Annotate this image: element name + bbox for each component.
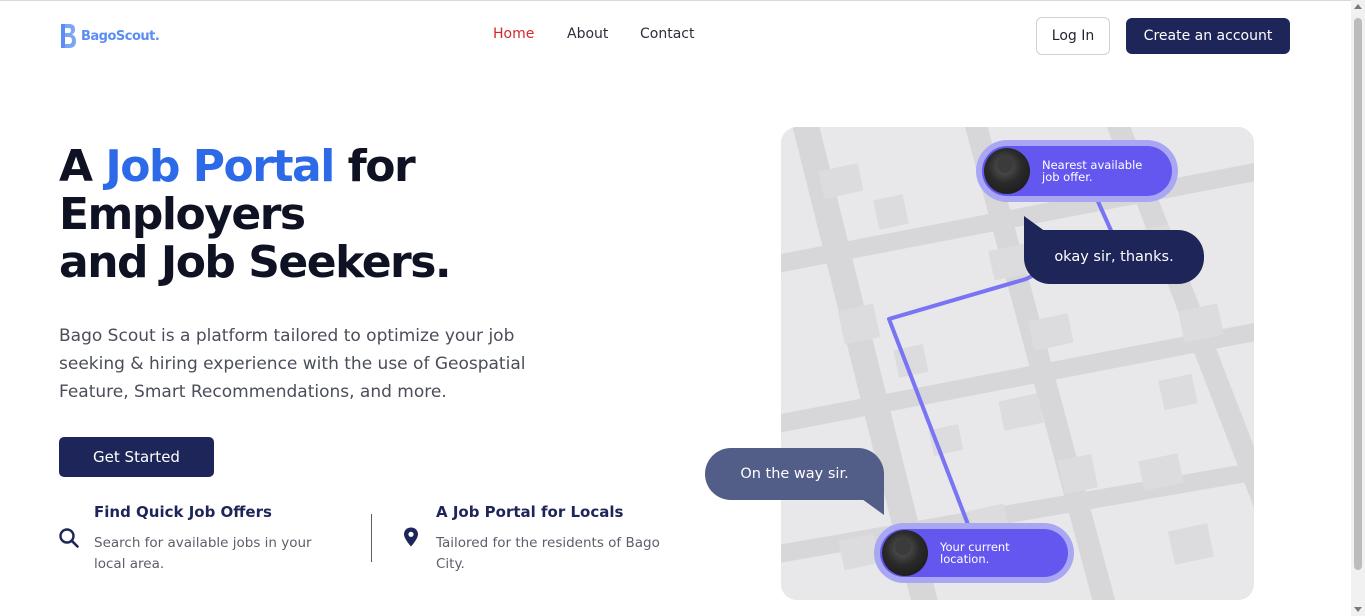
top-border [0,0,1365,1]
get-started-button[interactable]: Get Started [59,437,214,477]
seeker-avatar [882,530,928,576]
origin-pin[interactable]: Your current location. [880,529,1068,577]
create-account-button[interactable]: Create an account [1126,18,1290,54]
scroll-up-arrow-icon[interactable] [1354,4,1362,9]
chat-message-bubble: On the way sir. [705,448,884,500]
destination-label: Nearest available job offer. [1042,158,1143,184]
destination-pin[interactable]: Nearest available job offer. [982,146,1172,196]
feature-text: Search for available jobs in your local … [94,535,312,572]
login-button[interactable]: Log In [1036,17,1110,55]
chat-reply-bubble: okay sir, thanks. [1024,230,1204,284]
feature-title: Find Quick Job Offers [94,503,272,521]
hero-title-prefix: A [59,141,106,192]
hero-title-line2: Employers [59,189,306,240]
feature-title: A Job Portal for Locals [436,503,624,521]
feature-text: Tailored for the residents of Bago City. [436,535,660,572]
chat-message-text: On the way sir. [740,466,849,482]
hero-description: Bago Scout is a platform tailored to opt… [59,326,526,402]
page-scrollbar[interactable] [1351,0,1365,616]
hero-title: A Job Portal for Employers and Job Seeke… [59,143,659,287]
chat-reply-tail [1024,216,1046,232]
nav-home[interactable]: Home [493,26,534,42]
feature-divider [371,514,372,562]
map-illustration: Nearest available job offer. Your curren… [781,127,1254,600]
hero-title-suffix: for [333,141,416,192]
hero-title-accent: Job Portal [105,141,335,192]
map-pin-icon [404,527,418,547]
hero-title-line3: and Job Seekers. [59,237,452,288]
search-icon [59,528,79,548]
origin-label: Your current location. [940,540,1010,566]
nav-contact[interactable]: Contact [640,26,694,42]
employer-avatar [984,148,1030,194]
chat-reply-text: okay sir, thanks. [1054,249,1174,265]
scrollbar-thumb[interactable] [1354,18,1362,570]
scroll-down-arrow-icon[interactable] [1354,607,1362,612]
chat-message-tail [862,499,884,515]
nav-about[interactable]: About [567,26,608,42]
